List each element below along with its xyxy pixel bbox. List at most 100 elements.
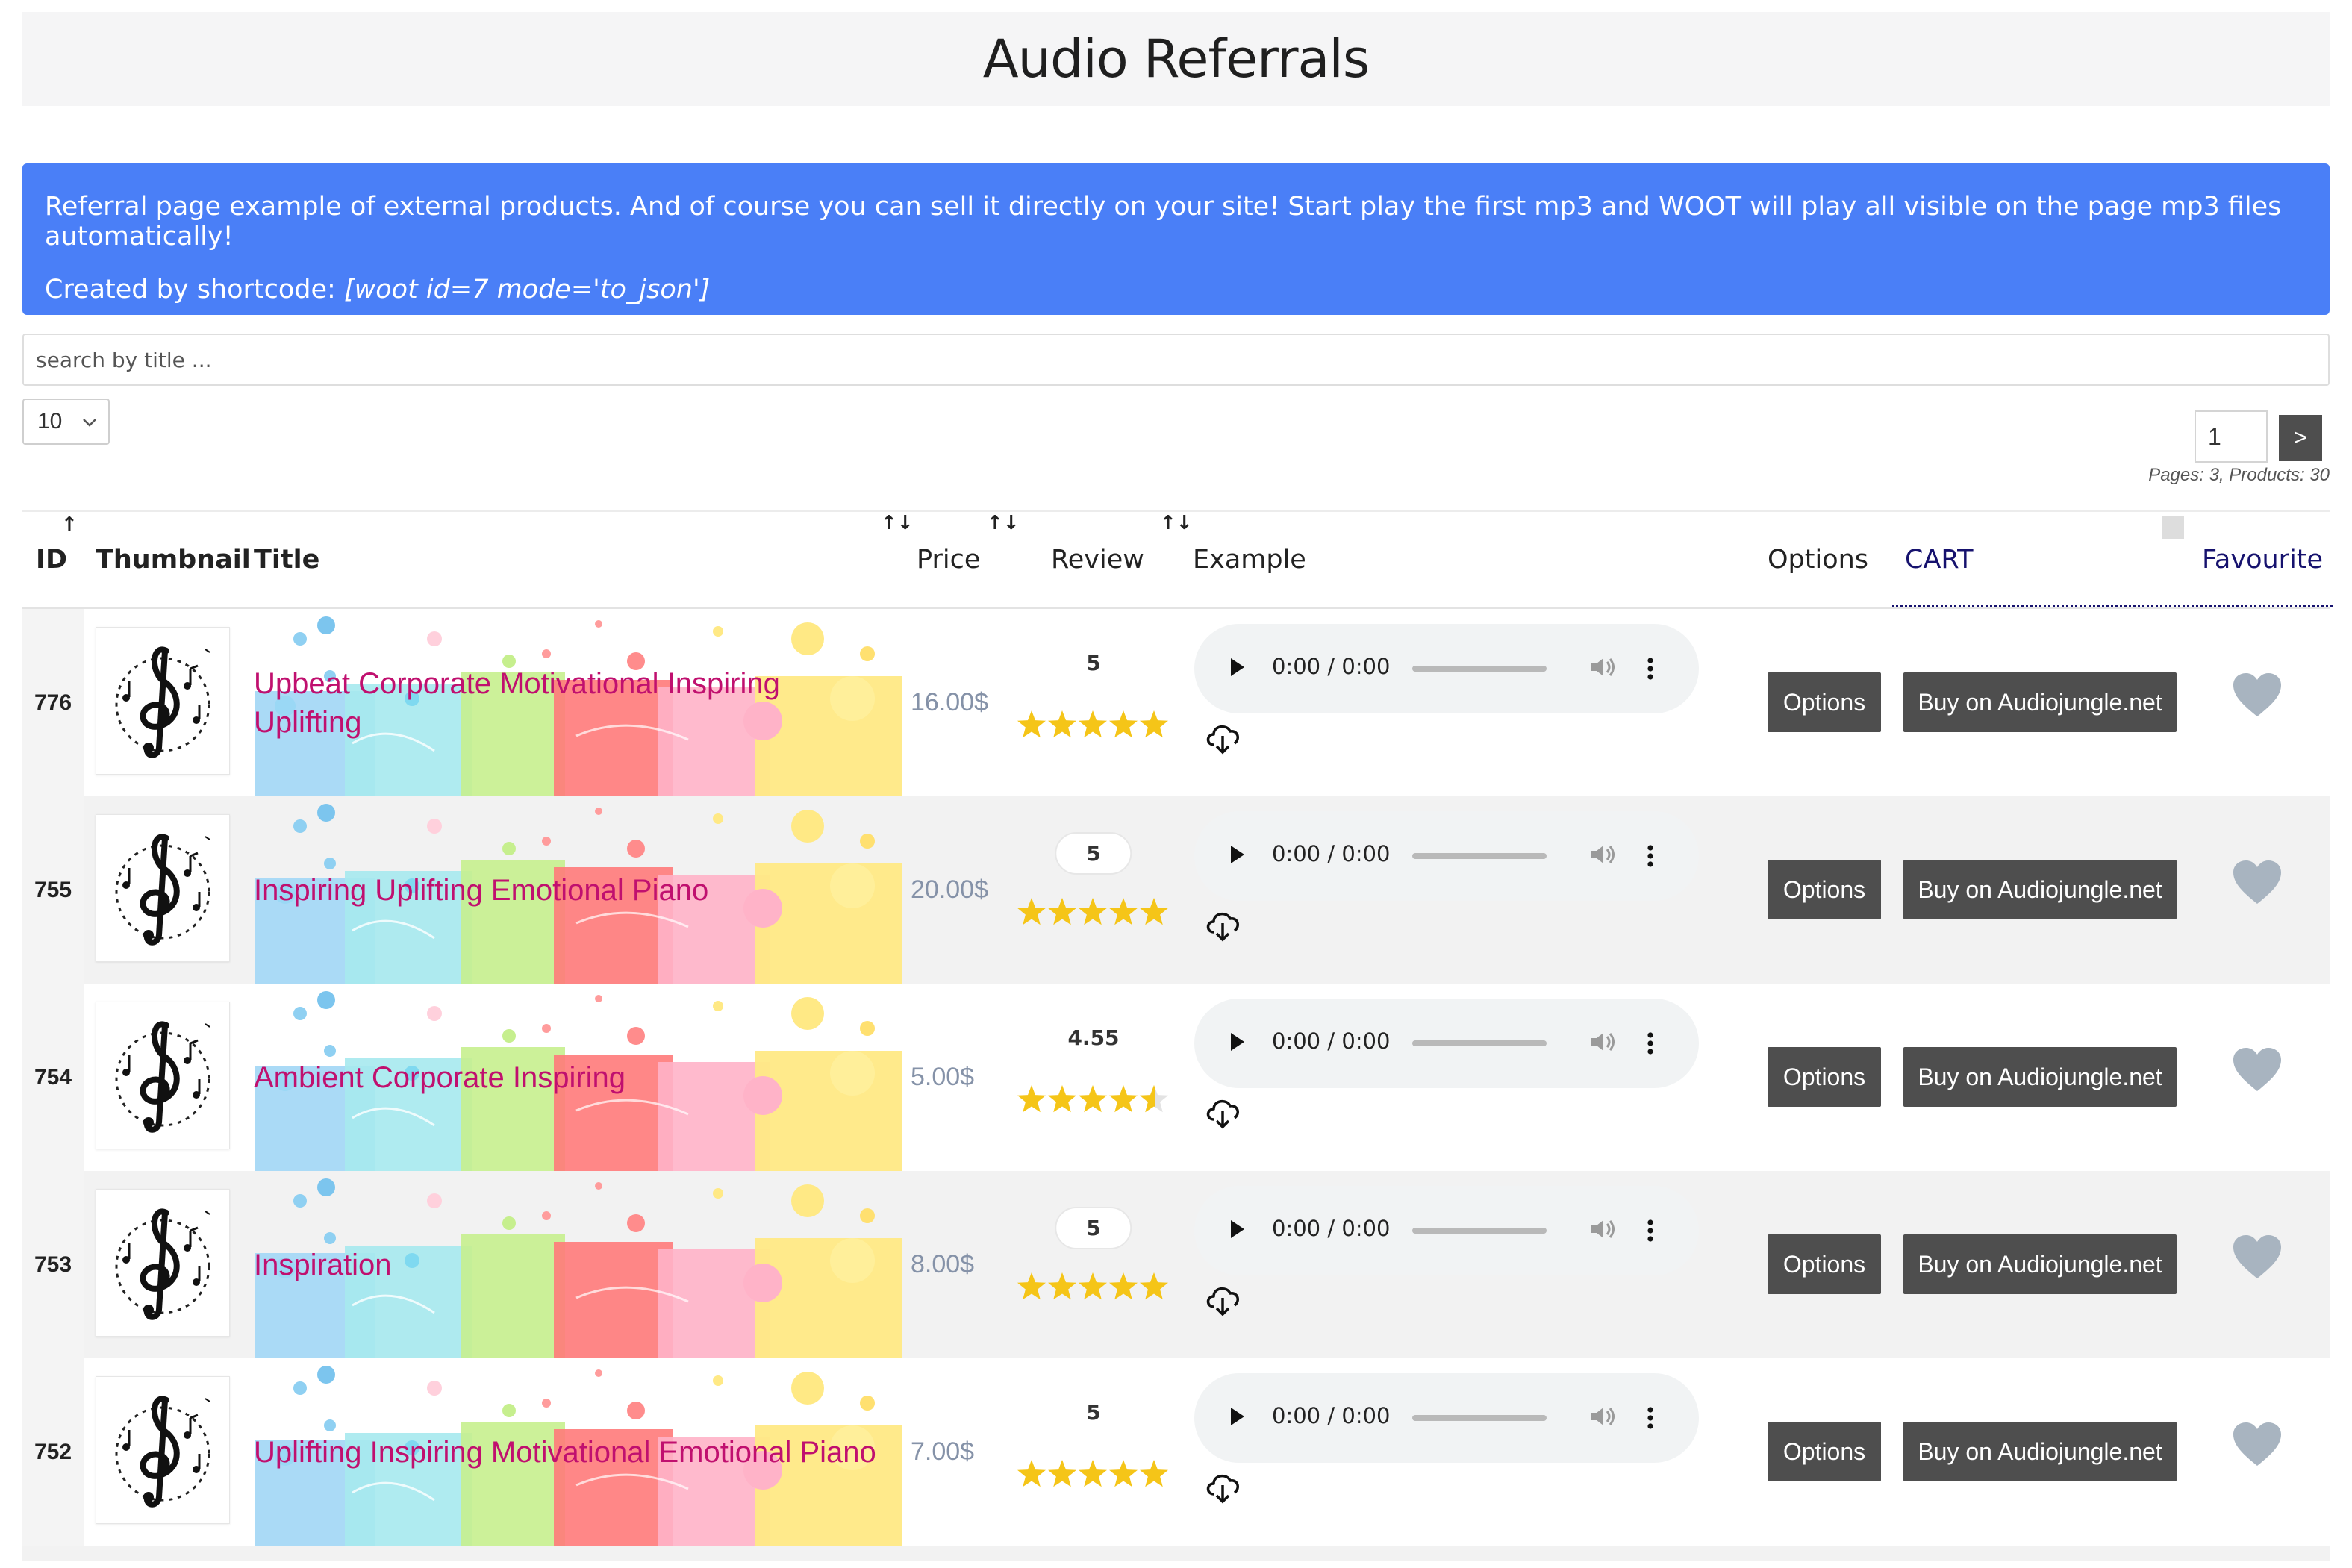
buy-button[interactable]: Buy on Audiojungle.net [1903,1047,2177,1107]
star-icon [1079,1085,1107,1113]
buy-button[interactable]: Buy on Audiojungle.net [1903,860,2177,919]
sort-price-icon[interactable]: ↑↓ [987,512,1020,534]
options-button[interactable]: Options [1768,860,1881,919]
product-price: 7.00$ [911,1437,975,1466]
cloud-download-icon[interactable] [1203,1281,1242,1321]
play-icon[interactable] [1228,1214,1247,1250]
options-button[interactable]: Options [1768,1234,1881,1294]
treble-clef-icon [107,1011,219,1141]
product-title-link[interactable]: Inspiration [254,1171,888,1358]
shortcode-line: Created by shortcode: [woot id=7 mode='t… [45,275,2307,304]
per-page-value: 10 [37,409,63,434]
rating-stars [1015,896,1172,929]
product-price: 5.00$ [911,1063,975,1091]
heart-icon[interactable] [2232,672,2283,723]
cloud-download-icon[interactable] [1203,719,1242,759]
star-icon [1109,710,1138,738]
volume-icon[interactable] [1587,1402,1617,1437]
product-id: 752 [22,1358,84,1546]
audio-player[interactable]: 0:00 / 0:00 [1194,1373,1699,1463]
sort-review-icon[interactable]: ↑↓ [1160,512,1193,534]
play-icon[interactable] [1228,840,1247,875]
product-thumbnail[interactable] [96,627,230,775]
play-icon[interactable] [1228,1027,1247,1063]
product-price: 20.00$ [911,875,988,904]
audio-progress-bar[interactable] [1412,853,1547,859]
star-icon [1140,1460,1168,1487]
search-input[interactable] [22,334,2330,386]
audio-progress-bar[interactable] [1412,1228,1547,1234]
column-header-review[interactable]: Review [1051,545,1144,575]
title-cell: Upbeat Corporate Motivational Inspiring … [240,609,902,796]
product-id: 754 [22,984,84,1171]
product-title-link[interactable]: Uplifting Inspiring Motivational Emotion… [254,1358,888,1546]
product-title-link[interactable]: Ambient Corporate Inspiring [254,984,888,1171]
sort-title-icon[interactable]: ↑↓ [881,512,914,534]
column-header-thumbnail: Thumbnail [96,545,251,575]
cloud-download-icon[interactable] [1203,907,1242,946]
audio-progress-bar[interactable] [1412,666,1547,672]
cart-header-underline [1892,605,2333,607]
product-title-link[interactable]: Inspiring Uplifting Emotional Piano [254,796,888,984]
product-title-link[interactable]: Upbeat Corporate Motivational Inspiring … [254,609,888,796]
heart-icon[interactable] [2232,1421,2283,1472]
options-button[interactable]: Options [1768,1047,1881,1107]
title-cell: Uplifting Inspiring Motivational Emotion… [240,1358,902,1546]
product-thumbnail[interactable] [96,1189,230,1337]
table-header: ↑ ID Thumbnail Title ↑↓ Price ↑↓ Review … [22,510,2333,609]
audio-player[interactable]: 0:00 / 0:00 [1194,811,1699,901]
play-icon[interactable] [1228,1402,1247,1437]
star-icon [1048,898,1076,925]
page-header: Audio Referrals [22,12,2330,106]
review-cell: 5 [1015,1171,1172,1358]
more-vertical-icon[interactable] [1645,841,1656,877]
product-thumbnail[interactable] [96,1002,230,1149]
volume-icon[interactable] [1587,840,1617,875]
audio-time: 0:00 / 0:00 [1272,1028,1391,1054]
favourite-toggle-box[interactable] [2162,516,2184,539]
buy-button[interactable]: Buy on Audiojungle.net [1903,1422,2177,1481]
column-header-id[interactable]: ID [36,545,67,575]
title-cell: Ambient Corporate Inspiring [240,984,902,1171]
heart-icon[interactable] [2232,1234,2283,1285]
sort-id-icon[interactable]: ↑ [61,513,78,536]
more-vertical-icon[interactable] [1645,654,1656,690]
more-vertical-icon[interactable] [1645,1028,1656,1064]
products-table: ↑ ID Thumbnail Title ↑↓ Price ↑↓ Review … [22,510,2333,1561]
buy-button[interactable]: Buy on Audiojungle.net [1903,1234,2177,1294]
audio-player[interactable]: 0:00 / 0:00 [1194,999,1699,1088]
table-row: 753 Inspiration 8.00$ 5 0:00 / 0:00 Options Bu… [22,1171,2330,1358]
volume-icon[interactable] [1587,1027,1617,1063]
more-vertical-icon[interactable] [1645,1216,1656,1252]
heart-icon[interactable] [2232,859,2283,910]
treble-clef-icon [107,1385,219,1516]
star-icon [1079,898,1107,925]
more-vertical-icon[interactable] [1645,1403,1656,1439]
page-number-input[interactable]: 1 [2195,410,2268,463]
column-header-title[interactable]: Title [254,545,319,575]
product-thumbnail[interactable] [96,814,230,962]
audio-progress-bar[interactable] [1412,1040,1547,1046]
star-icon [1017,898,1046,925]
volume-icon[interactable] [1587,1214,1617,1250]
audio-progress-bar[interactable] [1412,1415,1547,1421]
options-button[interactable]: Options [1768,672,1881,732]
buy-button[interactable]: Buy on Audiojungle.net [1903,672,2177,732]
column-header-favourite: Favourite [2202,545,2324,575]
column-header-price[interactable]: Price [917,545,980,575]
next-page-button[interactable]: > [2279,415,2322,461]
star-icon [1048,1460,1076,1487]
product-thumbnail[interactable] [96,1376,230,1524]
cloud-download-icon[interactable] [1203,1469,1242,1508]
audio-player[interactable]: 0:00 / 0:00 [1194,1186,1699,1275]
volume-icon[interactable] [1587,652,1617,688]
audio-player[interactable]: 0:00 / 0:00 [1194,624,1699,713]
treble-clef-icon [107,823,219,954]
cloud-download-icon[interactable] [1203,1094,1242,1134]
play-icon[interactable] [1228,652,1247,688]
heart-icon[interactable] [2232,1046,2283,1098]
star-icon [1048,1272,1076,1300]
per-page-select[interactable]: 10 [22,399,110,445]
options-button[interactable]: Options [1768,1422,1881,1481]
column-header-options: Options [1768,545,1869,575]
